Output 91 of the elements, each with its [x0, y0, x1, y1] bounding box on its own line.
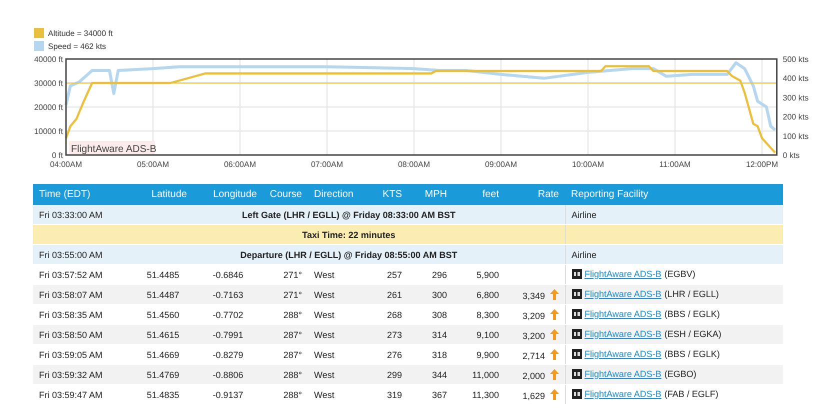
rate-value: 3,349 — [522, 290, 545, 300]
legend-label: Speed = 462 kts — [48, 42, 106, 50]
column-header[interactable]: Rate — [505, 184, 565, 205]
table-cell: Airline — [565, 205, 783, 224]
column-header[interactable]: Longitude — [193, 184, 263, 205]
rate-value: 2,714 — [522, 350, 545, 360]
facility-code: (EGBV) — [664, 268, 696, 278]
y-axis-label: 0 ft — [52, 151, 63, 160]
y-axis-label: 40000 ft — [34, 55, 63, 64]
x-axis-label: 11:00AM — [659, 160, 691, 169]
flightaware-logo-icon — [572, 348, 582, 358]
table-cell: 299 — [363, 364, 408, 384]
y-axis-label: 10000 ft — [34, 127, 63, 136]
facility-link[interactable]: FlightAware ADS-B — [584, 308, 662, 318]
facility-code: (LHR / EGLL) — [664, 288, 719, 298]
table-cell: 11,000 — [453, 364, 505, 384]
x-axis-label: 08:00AM — [398, 160, 430, 169]
table-cell: West — [308, 364, 363, 384]
column-header[interactable]: KTS — [363, 184, 408, 205]
table-cell: 51.4487 — [133, 284, 193, 304]
table-cell: 6,800 — [453, 284, 505, 304]
column-header[interactable]: Time (EDT) — [33, 184, 133, 205]
y-axis-label: 500 kts — [782, 55, 809, 64]
x-axis-label: 12:00PM — [746, 160, 778, 169]
y-axis-label: 0 kts — [782, 151, 800, 160]
source-label: FlightAware ADS-B — [71, 144, 156, 155]
facility-code: (BBS / EGLK) — [664, 348, 720, 358]
facility-link[interactable]: FlightAware ADS-B — [584, 388, 662, 398]
column-header[interactable]: Course — [263, 184, 308, 205]
column-header[interactable]: feet — [453, 184, 505, 205]
rate-value: 1,629 — [522, 390, 545, 400]
column-header[interactable]: Reporting Facility — [565, 184, 783, 205]
table-cell: -0.7991 — [193, 324, 263, 344]
table-cell: Fri 03:59:32 AM — [33, 364, 133, 384]
table-cell: Fri 03:55:00 AM — [33, 244, 133, 264]
flightaware-logo-icon — [572, 368, 582, 378]
table-cell: 288° — [263, 364, 308, 384]
x-axis-label: 09:00AM — [484, 160, 518, 169]
table-cell: 300 — [408, 284, 453, 304]
flightaware-logo-icon — [572, 288, 582, 298]
table-cell: 51.4615 — [133, 324, 193, 344]
table-cell: West — [308, 324, 363, 344]
table-cell: 287° — [263, 324, 308, 344]
facility-code: (FAB / EGLF) — [664, 388, 718, 398]
y-axis-label: 20000 ft — [34, 103, 63, 112]
table-cell: 51.4769 — [133, 364, 193, 384]
y-axis-label: 100 kts — [782, 132, 809, 141]
y-axis-label: 300 kts — [782, 93, 809, 102]
rate-value: 3,209 — [522, 310, 545, 320]
table-cell: West — [308, 284, 363, 304]
y-axis-label: 200 kts — [782, 112, 809, 122]
table-cell: 271° — [263, 284, 308, 304]
x-axis-label: 07:00AM — [310, 160, 344, 169]
column-header[interactable]: MPH — [408, 184, 453, 205]
table-cell: Fri 03:58:50 AM — [33, 324, 133, 344]
facility-link[interactable]: FlightAware ADS-B — [584, 328, 662, 338]
table-cell: Fri 03:33:00 AM — [33, 205, 133, 224]
legend-label: Altitude = 34000 ft — [48, 28, 113, 38]
facility-link[interactable]: FlightAware ADS-B — [584, 288, 662, 298]
table-cell: 261 — [363, 284, 408, 304]
table-cell: 314 — [408, 324, 453, 344]
x-axis-label: 04:00AM — [50, 160, 82, 169]
facility-link[interactable]: FlightAware ADS-B — [584, 348, 662, 358]
x-axis-label: 10:00AM — [572, 160, 604, 169]
facility-link[interactable]: FlightAware ADS-B — [584, 368, 662, 378]
facility-code: (ESH / EGKA) — [664, 328, 722, 338]
table-cell: Airline — [565, 244, 783, 264]
table-cell: Fri 03:58:07 AM — [33, 284, 133, 304]
event-cell: Left Gate (LHR / EGLL) @ Friday 08:33:00 AM BST — [133, 205, 565, 224]
table-cell: 344 — [408, 364, 453, 384]
facility-link[interactable]: FlightAware ADS-B — [584, 268, 662, 278]
rate-value: 3,200 — [522, 330, 545, 340]
column-header[interactable]: Latitude — [133, 184, 193, 205]
table-cell: -0.7163 — [193, 284, 263, 304]
flightaware-logo-icon — [572, 328, 582, 338]
table-cell: 9,100 — [453, 324, 505, 344]
y-axis-label: 400 kts — [782, 74, 809, 84]
table-cell: 273 — [363, 324, 408, 344]
y-axis-label: 30000 ft — [34, 79, 63, 88]
taxi-time-cell: Taxi Time: 22 minutes — [133, 224, 565, 244]
facility-code: (BBS / EGLK) — [664, 308, 720, 318]
x-axis-label: 06:00AM — [224, 160, 256, 169]
flightaware-logo-icon — [572, 268, 582, 278]
facility-code: (EGBO) — [664, 368, 696, 378]
column-header[interactable]: Direction — [308, 184, 363, 205]
flightaware-logo-icon — [572, 388, 582, 398]
rate-value: 2,000 — [522, 370, 545, 380]
flightaware-logo-icon — [572, 308, 582, 318]
x-axis-label: 05:00AM — [136, 160, 170, 169]
event-cell: Departure (LHR / EGLL) @ Friday 08:55:00 AM BST — [133, 244, 565, 264]
table-cell: -0.8806 — [193, 364, 263, 384]
